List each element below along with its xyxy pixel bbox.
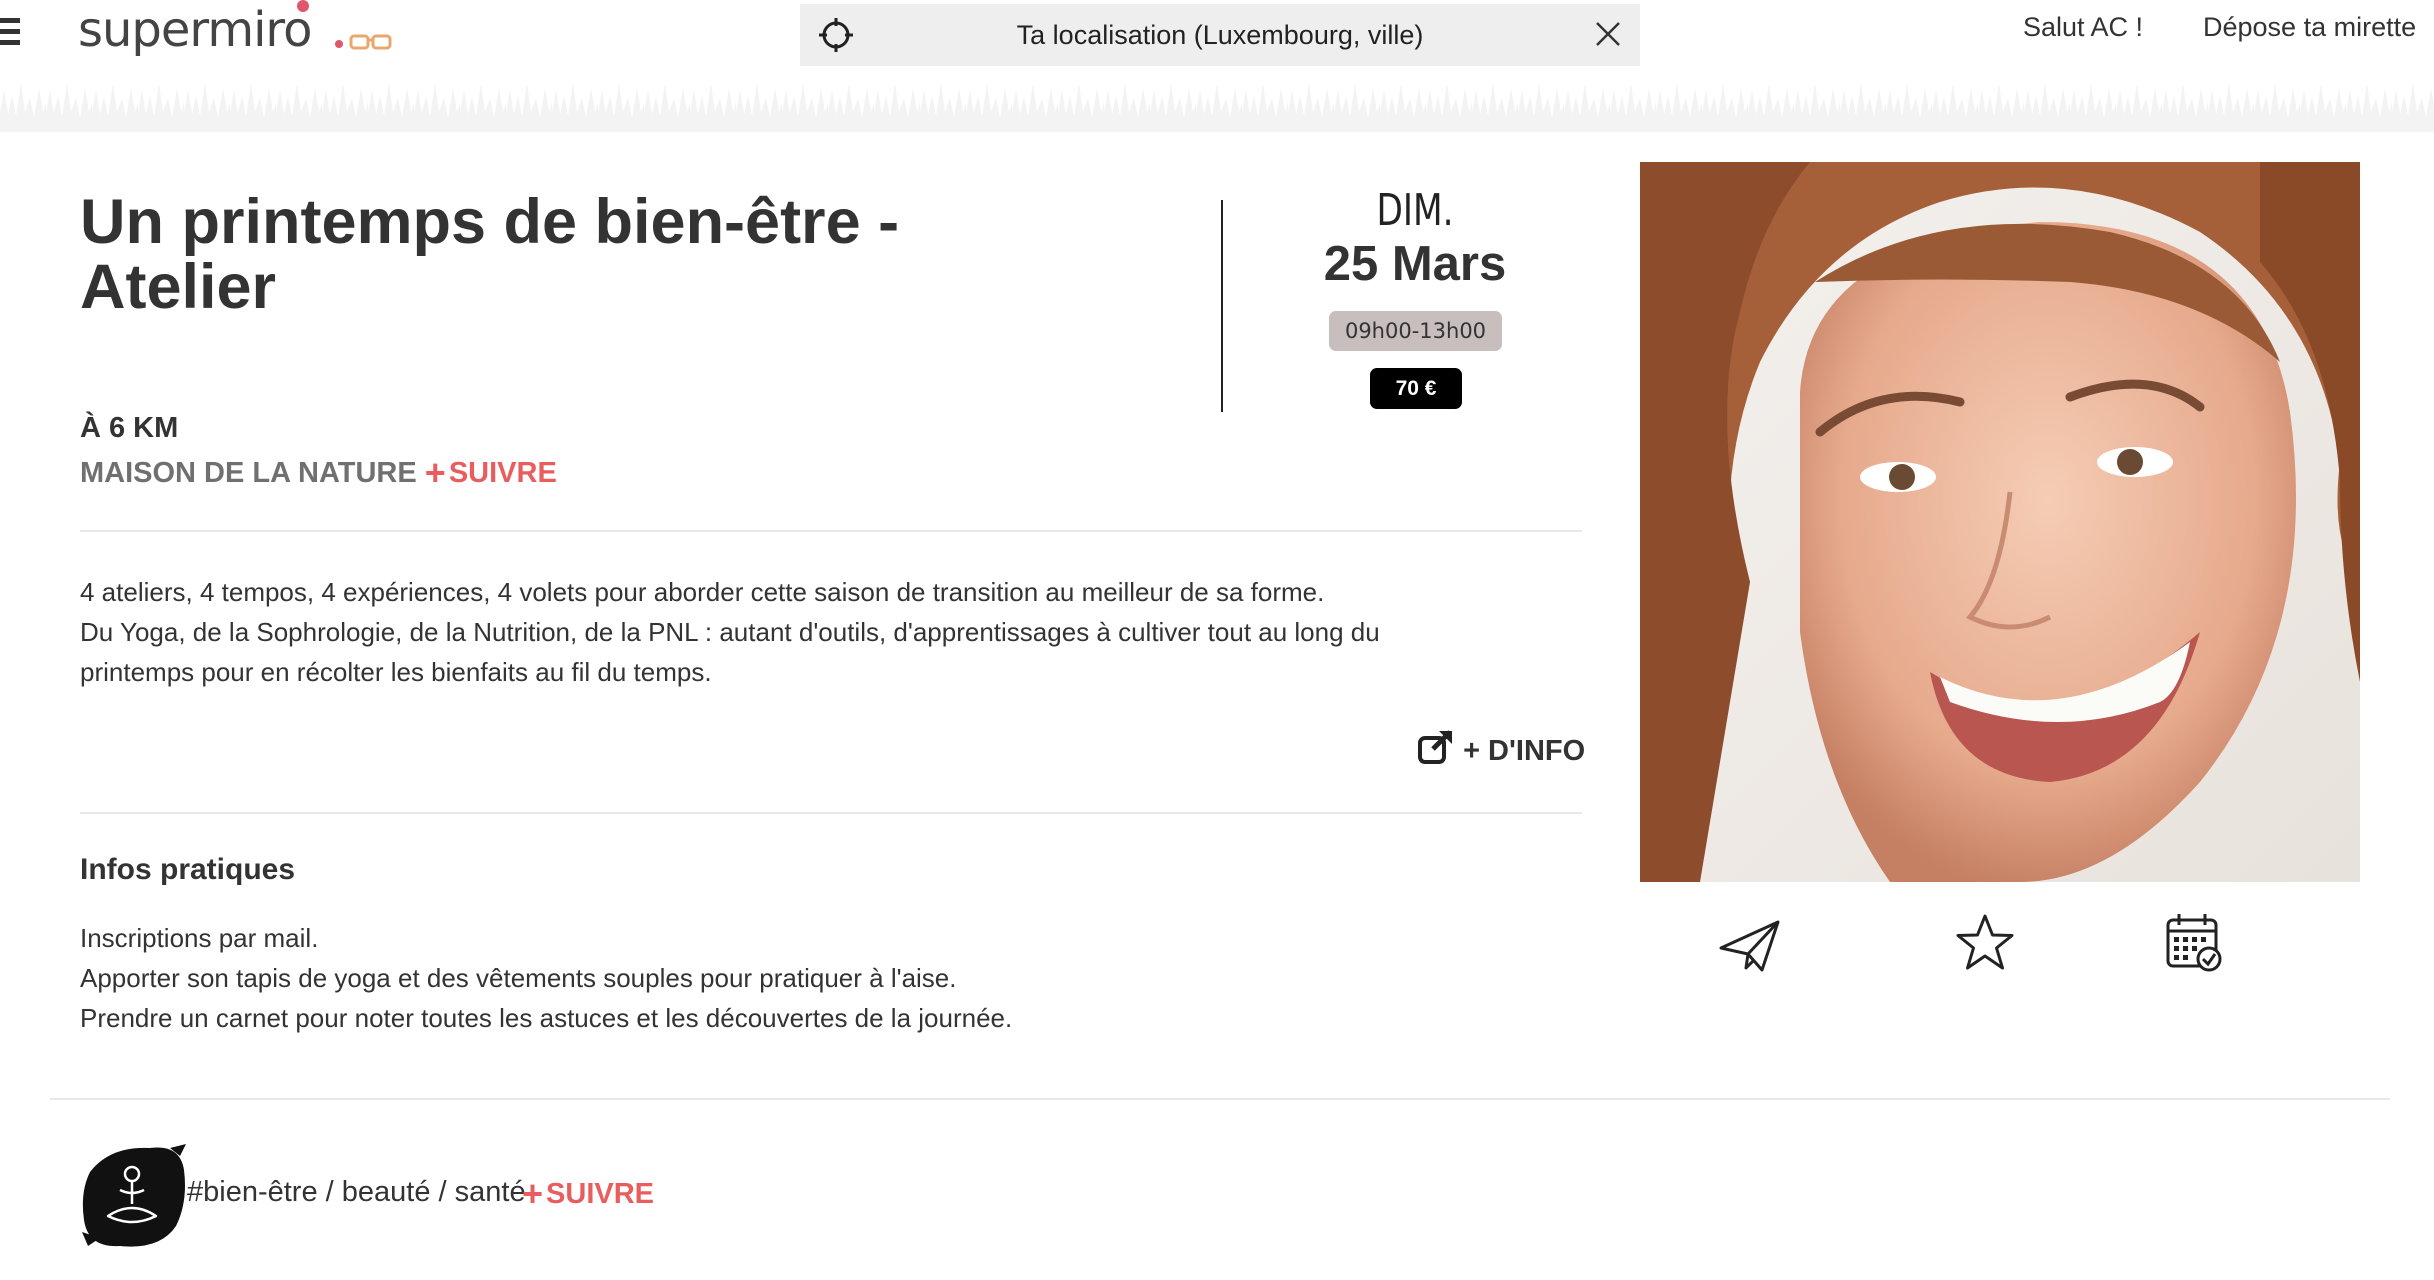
follow-organizer-label: SUIVRE — [448, 457, 557, 489]
star-icon[interactable] — [1954, 912, 2016, 974]
glasses-icon — [335, 34, 392, 50]
calendar-check-icon[interactable] — [2164, 912, 2224, 974]
infos-title: Infos pratiques — [80, 853, 296, 886]
smiling-woman-photo — [1640, 162, 2360, 882]
infos-text: Inscriptions par mail. Apporter son tapi… — [80, 918, 1580, 1038]
event-day: DIM. — [1376, 185, 1454, 236]
event-photo — [1640, 162, 2360, 882]
menu-icon[interactable] — [0, 18, 20, 52]
more-info-label: + D'INFO — [1463, 735, 1586, 767]
meditation-icon — [82, 1144, 186, 1247]
event-hours-badge: 09h00-13h00 — [1329, 311, 1502, 351]
top-bar: supermiro Ta localisation (Luxembourg, v… — [0, 0, 2434, 132]
logo[interactable]: supermiro — [78, 0, 392, 70]
event-title: Un printemps de bien-être - Atelier — [80, 187, 900, 322]
follow-category-button[interactable]: + SUIVRE — [522, 1173, 654, 1215]
date-divider — [1221, 200, 1223, 412]
infos-line: Prendre un carnet pour noter toutes les … — [80, 1003, 1013, 1033]
follow-organizer-button[interactable]: + SUIVRE — [425, 452, 557, 493]
organizer-row: MAISON DE LA NATURE + SUIVRE — [80, 452, 557, 494]
close-icon[interactable] — [1594, 20, 1622, 48]
follow-category-label: SUIVRE — [546, 1178, 655, 1210]
infos-line: Inscriptions par mail. — [80, 923, 319, 953]
organizer-name[interactable]: MAISON DE LA NATURE — [80, 457, 417, 489]
event-description: 4 ateliers, 4 tempos, 4 expériences, 4 v… — [80, 572, 1580, 692]
grass-border-decoration — [0, 72, 2434, 132]
event-date: 25 Mars — [1323, 237, 1507, 291]
external-link-icon — [1418, 730, 1452, 764]
event-price-badge: 70 € — [1370, 368, 1462, 409]
divider — [50, 1098, 2390, 1100]
submit-event-link[interactable]: Dépose ta mirette — [2203, 12, 2416, 43]
logo-text: supermiro — [78, 2, 312, 58]
category-tag-link[interactable]: #bien-être / beauté / santé — [187, 1176, 526, 1209]
event-distance: À 6 KM — [80, 412, 179, 444]
description-line: printemps pour en récolter les bienfaits… — [80, 657, 712, 687]
divider — [80, 530, 1582, 532]
description-line: Du Yoga, de la Sophrologie, de la Nutrit… — [80, 617, 1380, 647]
plus-icon: + — [522, 1173, 544, 1214]
send-icon[interactable] — [1718, 918, 1782, 974]
more-info-link[interactable]: + D'INFO — [1417, 728, 1585, 768]
plus-icon: + — [424, 452, 446, 493]
logo-dot — [297, 0, 309, 12]
infos-line: Apporter son tapis de yoga et des vêteme… — [80, 963, 957, 993]
location-input[interactable]: Ta localisation (Luxembourg, ville) — [800, 20, 1640, 51]
divider — [80, 812, 1582, 814]
description-line: 4 ateliers, 4 tempos, 4 expériences, 4 v… — [80, 577, 1325, 607]
user-greeting-link[interactable]: Salut AC ! — [2023, 12, 2143, 43]
location-search[interactable]: Ta localisation (Luxembourg, ville) — [800, 4, 1640, 66]
